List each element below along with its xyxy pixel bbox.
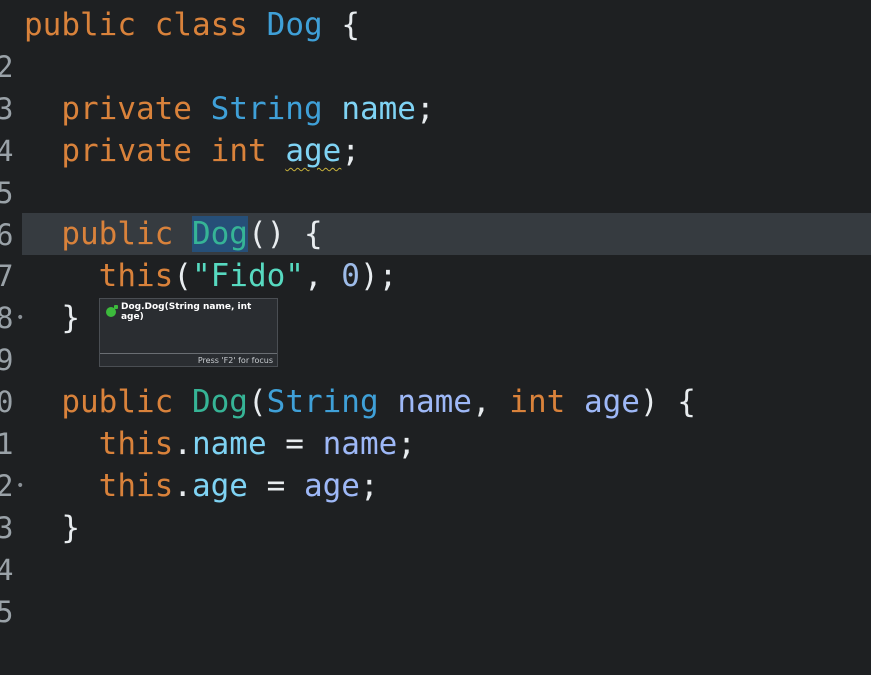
field-name: age: [191, 468, 248, 504]
code-text: private String name;: [24, 88, 435, 130]
type-name: String: [266, 384, 379, 420]
code-line[interactable]: 8 this("Fido", 0);: [0, 255, 871, 335]
code-line[interactable]: 5: [0, 549, 871, 629]
type-name: String: [210, 91, 323, 127]
code-text: public Dog(String name, int age) {: [24, 381, 696, 423]
keyword: this: [98, 468, 174, 504]
keyword: this: [98, 426, 174, 462]
operator: =: [266, 426, 323, 462]
code-line[interactable]: 4 private String name;: [0, 88, 871, 168]
code-line[interactable]: 1 • public Dog(String name, int age) {: [0, 381, 871, 494]
parameter-name: name: [397, 384, 472, 420]
field-name: name: [191, 426, 267, 462]
punctuation: ;: [397, 426, 416, 462]
punctuation: ;: [359, 468, 379, 504]
keyword: public: [24, 7, 136, 43]
code-text: this.name = name;: [24, 423, 416, 465]
punctuation: }: [61, 510, 80, 546]
punctuation: );: [359, 258, 398, 294]
punctuation: () {: [247, 216, 323, 252]
punctuation: }: [61, 300, 80, 336]
parameter-name: age: [303, 468, 360, 504]
punctuation: ) {: [639, 384, 696, 420]
tooltip-header: Dog.Dog(String name, int age): [106, 302, 277, 322]
method-icon: [106, 305, 118, 317]
number-literal: 0: [341, 258, 360, 294]
tooltip-signature: Dog.Dog(String name, int age): [120, 302, 252, 322]
parameter-name: name: [322, 426, 398, 462]
code-line[interactable]: 6: [0, 172, 871, 252]
code-text: this.age = age;: [24, 465, 379, 507]
punctuation: ;: [415, 91, 435, 127]
punctuation: (: [247, 384, 267, 420]
code-line[interactable]: 2 this.name = name;: [0, 423, 871, 503]
parameter-name: age: [583, 384, 640, 420]
punctuation: {: [322, 7, 360, 43]
current-code-line[interactable]: 7 • public Dog() {: [0, 213, 871, 326]
punctuation: ,: [303, 258, 342, 294]
code-line[interactable]: 5 private int age;: [0, 130, 871, 210]
code-text: this("Fido", 0);: [24, 255, 398, 297]
code-line[interactable]: 2 public class Dog {: [0, 4, 871, 84]
line-number: 6: [0, 218, 14, 252]
punctuation: .: [173, 468, 192, 504]
line-number: 5: [0, 595, 14, 629]
keyword: class: [154, 7, 248, 43]
class-name: Dog: [266, 7, 323, 43]
keyword: int: [210, 133, 267, 169]
keyword: private: [61, 133, 192, 169]
tooltip-divider: [100, 353, 277, 354]
code-editor[interactable]: 2 public class Dog { 3 4 private String …: [0, 0, 871, 629]
code-text: public class Dog {: [24, 4, 360, 46]
code-text: private int age;: [24, 130, 360, 172]
field-name: name: [341, 91, 416, 127]
keyword: public: [61, 384, 174, 420]
operator: =: [247, 468, 304, 504]
punctuation: (: [173, 258, 192, 294]
code-line[interactable]: 3 this.age = age;: [0, 465, 871, 545]
keyword: public: [61, 216, 174, 252]
code-line[interactable]: 4 }: [0, 507, 871, 587]
punctuation: .: [173, 426, 192, 462]
selected-constructor-name[interactable]: Dog: [191, 216, 248, 252]
code-text: }: [24, 297, 80, 339]
code-text: public Dog() {: [24, 213, 323, 255]
constructor-name: Dog: [191, 384, 248, 420]
field-name-warning[interactable]: age: [285, 133, 341, 169]
code-text: }: [24, 507, 80, 549]
keyword: private: [61, 91, 192, 127]
punctuation: ,: [471, 384, 510, 420]
signature-tooltip[interactable]: Dog.Dog(String name, int age) Press 'F2'…: [99, 298, 278, 367]
string-literal: "Fido": [191, 258, 304, 294]
punctuation: ;: [341, 133, 360, 169]
keyword: int: [509, 384, 566, 420]
keyword: this: [98, 258, 174, 294]
tooltip-focus-hint: Press 'F2' for focus: [197, 356, 273, 365]
code-line[interactable]: 3: [0, 46, 871, 126]
